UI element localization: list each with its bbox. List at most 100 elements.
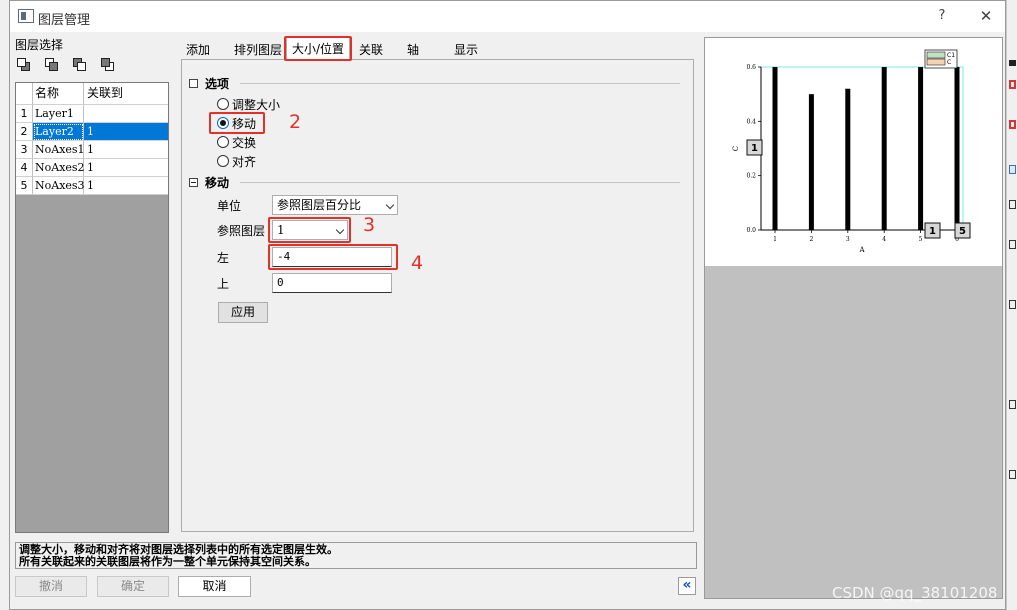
x-tick-label: 1 bbox=[773, 236, 777, 243]
section-divider bbox=[240, 182, 680, 183]
preview-chart: 0.00.20.40.61 2 3 4 5 6CAC1C11 5 bbox=[732, 49, 971, 254]
background-toolbar-icon bbox=[1009, 200, 1016, 209]
x-tick-label: 2 bbox=[809, 236, 813, 243]
legend-swatch bbox=[926, 58, 946, 66]
layer-preview: 0.0 0.2 0.4 0.6 1 2 3 4 5 6 C A C1 C 1 1 5 bbox=[704, 37, 1003, 599]
annotation-box-tab bbox=[284, 36, 352, 61]
annotation-number: 4 bbox=[411, 252, 424, 274]
undo-button[interactable]: 撤消 bbox=[15, 576, 87, 597]
x-tick-label: 3 bbox=[846, 236, 850, 243]
legend-entry: C bbox=[947, 59, 951, 66]
move-section-title: 移动 bbox=[205, 176, 230, 190]
cancel-button[interactable]: 取消 bbox=[178, 576, 251, 597]
layer-row-index: 4 bbox=[16, 159, 33, 177]
layer-order-forward-button[interactable] bbox=[43, 56, 61, 74]
radio-swap[interactable] bbox=[217, 136, 229, 148]
help-button[interactable]: ? bbox=[930, 6, 954, 26]
background-toolbar-icon bbox=[1009, 300, 1016, 309]
window-title: 图层管理 bbox=[38, 13, 91, 28]
radio-swap-label[interactable]: 交换 bbox=[232, 134, 256, 151]
background-toolbar-icon bbox=[1009, 80, 1016, 89]
annotation-box-move bbox=[209, 112, 265, 134]
background-toolbar-icon bbox=[1009, 60, 1016, 66]
y-tick-label: 0.6 bbox=[746, 64, 756, 71]
layer-row-link[interactable]: 1 bbox=[84, 159, 168, 177]
background-toolbar-icon bbox=[1009, 470, 1016, 479]
layer-index-label: 1 bbox=[929, 226, 936, 237]
layer-row-selected[interactable]: 2 Layer2 1 bbox=[16, 123, 168, 141]
x-axis-label: A bbox=[858, 246, 865, 254]
layer-order-front-button[interactable] bbox=[15, 56, 33, 74]
bar bbox=[808, 94, 814, 230]
layer-row-name[interactable]: NoAxes3 bbox=[33, 177, 85, 195]
layer-index-label: 1 bbox=[751, 143, 758, 154]
tab-link[interactable]: 关联 bbox=[353, 40, 390, 60]
layer-row[interactable]: 1 Layer1 bbox=[16, 105, 168, 123]
preview-page: 0.0 0.2 0.4 0.6 1 2 3 4 5 6 C A C1 C 1 1 5 bbox=[705, 38, 1002, 266]
background-toolbar-icon bbox=[1009, 120, 1016, 129]
layer-select-label: 图层选择 bbox=[15, 38, 64, 52]
unit-select[interactable]: 参照图层百分比 bbox=[272, 195, 398, 215]
layer-order-back-button[interactable] bbox=[99, 56, 117, 74]
layer-row-name[interactable]: NoAxes2 bbox=[33, 159, 85, 177]
layer-management-dialog: 图层管理 ? ✕ 图层选择 名称 关联到 1 Layer1 2 Layer2 1… bbox=[9, 0, 1006, 610]
apply-button[interactable]: 应用 bbox=[218, 302, 268, 323]
background-toolbar-icon bbox=[1009, 240, 1016, 249]
ref-layer-label: 参照图层 bbox=[217, 224, 266, 238]
top-label: 上 bbox=[217, 277, 230, 291]
background-toolbar-icon bbox=[1009, 165, 1016, 174]
status-description: 调整大小，移动和对齐将对图层选择列表中的所有选定图层生效。 所有关联起来的关联图… bbox=[15, 542, 697, 569]
annotation-box-left bbox=[268, 244, 398, 270]
tab-axis[interactable]: 轴 bbox=[401, 40, 426, 60]
layer-row[interactable]: 5 NoAxes3 1 bbox=[16, 177, 168, 195]
y-tick-label: 0.4 bbox=[746, 118, 756, 125]
unit-select-value: 参照图层百分比 bbox=[277, 198, 362, 212]
radio-resize-label[interactable]: 调整大小 bbox=[232, 96, 280, 113]
ok-button[interactable]: 确定 bbox=[97, 576, 169, 597]
layer-row-index: 3 bbox=[16, 141, 33, 159]
options-section-title: 选项 bbox=[205, 77, 230, 91]
layer-row-link[interactable]: 1 bbox=[84, 123, 168, 141]
column-header-linked-to[interactable]: 关联到 bbox=[84, 83, 168, 105]
tab-display[interactable]: 显示 bbox=[448, 40, 485, 60]
x-tick-label: 5 bbox=[919, 236, 923, 243]
layer-row[interactable]: 3 NoAxes1 1 bbox=[16, 141, 168, 159]
layer-index-label: 5 bbox=[959, 226, 966, 237]
layer-row-link[interactable]: 1 bbox=[84, 141, 168, 159]
layer-row-name[interactable]: NoAxes1 bbox=[33, 141, 85, 159]
y-tick-label: 0.0 bbox=[746, 227, 756, 234]
layer-order-backward-button[interactable] bbox=[71, 56, 89, 74]
column-header-name[interactable]: 名称 bbox=[33, 83, 84, 105]
bar bbox=[954, 67, 960, 230]
bar bbox=[772, 67, 778, 230]
y-tick-label: 0.2 bbox=[746, 173, 756, 180]
top-offset-input[interactable]: 0 bbox=[272, 273, 392, 293]
chevron-down-icon bbox=[385, 200, 395, 210]
radio-align[interactable] bbox=[217, 155, 229, 167]
layer-row-name[interactable]: Layer2 bbox=[33, 123, 84, 141]
background-window-right-edge bbox=[1006, 0, 1017, 610]
annotation-number: 2 bbox=[289, 111, 302, 133]
tab-add[interactable]: 添加 bbox=[180, 40, 217, 60]
legend-swatch bbox=[926, 51, 946, 59]
y-axis-label: C bbox=[732, 146, 740, 151]
layer-list[interactable]: 名称 关联到 1 Layer1 2 Layer2 1 3 NoAxes1 1 4… bbox=[15, 82, 169, 533]
background-toolbar-icon bbox=[1009, 400, 1016, 409]
unit-label: 单位 bbox=[217, 199, 242, 213]
radio-resize[interactable] bbox=[217, 98, 229, 110]
tab-arrange-layers[interactable]: 排列图层 bbox=[228, 40, 289, 60]
layer-row[interactable]: 4 NoAxes2 1 bbox=[16, 159, 168, 177]
radio-align-label[interactable]: 对齐 bbox=[232, 153, 256, 170]
left-label: 左 bbox=[217, 251, 230, 265]
collapse-panel-button[interactable]: « bbox=[678, 577, 696, 595]
layer-row-link[interactable]: 1 bbox=[84, 177, 168, 195]
layer-row-link[interactable] bbox=[84, 105, 168, 123]
move-collapse-icon[interactable] bbox=[189, 178, 198, 187]
options-collapse-icon[interactable] bbox=[189, 79, 198, 88]
close-button[interactable]: ✕ bbox=[974, 6, 998, 26]
title-bar[interactable]: 图层管理 ? ✕ bbox=[10, 1, 1005, 32]
layer-row-name[interactable]: Layer1 bbox=[33, 105, 84, 123]
watermark: CSDN @qq_38101208 bbox=[832, 584, 998, 602]
size-position-panel: 选项 调整大小 移动 交换 对齐 2 移动 单位 参照图层百分比 参照图层 1 … bbox=[181, 59, 694, 532]
layer-row-index: 1 bbox=[16, 105, 33, 123]
